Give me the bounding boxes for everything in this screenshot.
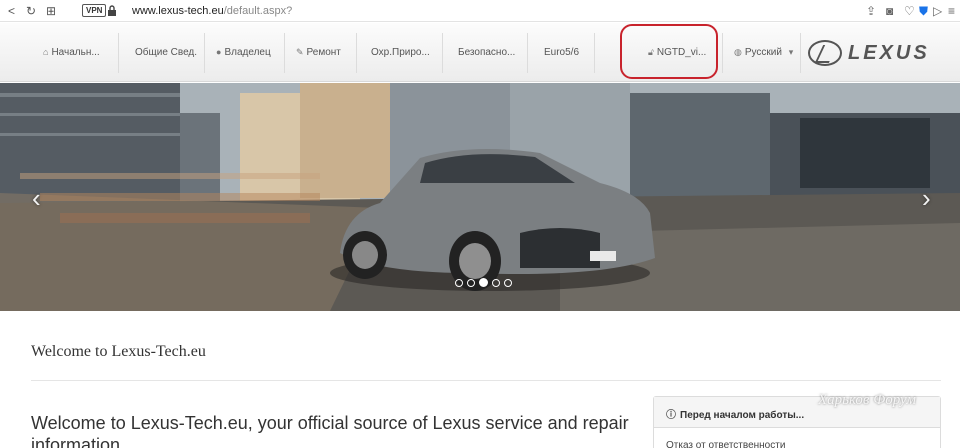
nav-language[interactable]: ◍ Русский ▾ (734, 23, 796, 82)
nav-divider (284, 33, 285, 73)
home-icon: ⌂ (43, 47, 49, 57)
nav-safety-label: Безопасно... (458, 47, 516, 58)
nav-safety[interactable]: Безопасно... (458, 23, 515, 82)
lexus-logo[interactable]: LEXUS (808, 40, 940, 68)
hero-carousel: ‹ › (0, 83, 960, 311)
nav-environment-label: Охр.Приро... (371, 47, 430, 58)
annotation-highlight-ring (620, 24, 718, 79)
nav-environment[interactable]: Охр.Приро... (371, 23, 430, 82)
forum-watermark: Харьков Форум (818, 392, 916, 408)
nav-home-label: Начальн... (51, 47, 100, 58)
panel-title-label: Перед началом работы... (680, 410, 805, 421)
nav-general-label: Общие Свед. (135, 47, 198, 58)
logo-text: LEXUS (848, 42, 930, 64)
carousel-prev-button[interactable]: ‹ (32, 183, 41, 213)
headline: Welcome to Lexus-Tech.eu, your official … (31, 413, 629, 448)
disclaimer-link[interactable]: Отказ от ответственности (666, 440, 785, 448)
caret-down-icon: ▾ (788, 47, 794, 57)
shield-icon[interactable]: ⛊ (919, 3, 928, 19)
grid-icon[interactable]: ⊞ (46, 3, 56, 19)
carousel-indicators (455, 274, 516, 288)
carousel-dot[interactable] (455, 278, 463, 287)
nav-divider (800, 33, 801, 73)
carousel-dot[interactable] (492, 278, 500, 287)
refresh-icon[interactable]: ↻ (26, 3, 36, 19)
nav-euro[interactable]: Euro5/6 (544, 23, 579, 82)
nav-divider (356, 33, 357, 73)
nav-divider (442, 33, 443, 73)
user-icon: ● (216, 47, 222, 57)
nav-divider (204, 33, 205, 73)
carousel-dot[interactable] (504, 278, 512, 287)
back-icon[interactable]: < (8, 3, 15, 19)
wrench-icon: ✎ (296, 47, 304, 57)
carousel-next-button[interactable]: › (922, 183, 931, 213)
nav-repair-label: Ремонт (306, 47, 341, 58)
nav-divider (527, 33, 528, 73)
vpn-badge[interactable]: VPN (82, 4, 107, 17)
browser-toolbar: < ↻ ⊞ VPN www.lexus-tech.eu/default.aspx… (0, 0, 960, 22)
lexus-emblem-icon (808, 40, 842, 66)
camera-icon[interactable]: ◙ (886, 3, 893, 19)
lock-icon (108, 5, 116, 16)
url-path: /default.aspx? (223, 5, 293, 17)
share-icon[interactable]: ⇪ (866, 3, 876, 19)
carousel-dot[interactable] (467, 278, 475, 287)
nav-general[interactable]: Общие Свед. (135, 23, 197, 82)
address-bar[interactable]: www.lexus-tech.eu/default.aspx? (132, 3, 292, 19)
nav-language-label: Русский (744, 47, 782, 58)
info-icon: ⓘ (666, 410, 676, 421)
nav-owner-label: Владелец (224, 47, 271, 58)
menu-icon[interactable]: ≡ (948, 3, 955, 19)
nav-divider (722, 33, 723, 73)
nav-repair[interactable]: ✎ Ремонт (296, 23, 341, 82)
panel-title: ⓘ Перед началом работы... (666, 406, 804, 421)
divider (31, 380, 941, 381)
nav-divider (594, 33, 595, 73)
url-host: www.lexus-tech.eu (132, 5, 224, 17)
send-icon[interactable]: ▷ (933, 3, 942, 19)
nav-divider (118, 33, 119, 73)
globe-icon: ◍ (734, 47, 742, 57)
nav-home[interactable]: ⌂ Начальн... (43, 23, 100, 82)
nav-euro-label: Euro5/6 (544, 47, 580, 58)
heart-icon[interactable]: ♡ (904, 3, 915, 19)
nav-owner[interactable]: ● Владелец (216, 23, 271, 82)
page-title: Welcome to Lexus-Tech.eu (31, 343, 206, 360)
